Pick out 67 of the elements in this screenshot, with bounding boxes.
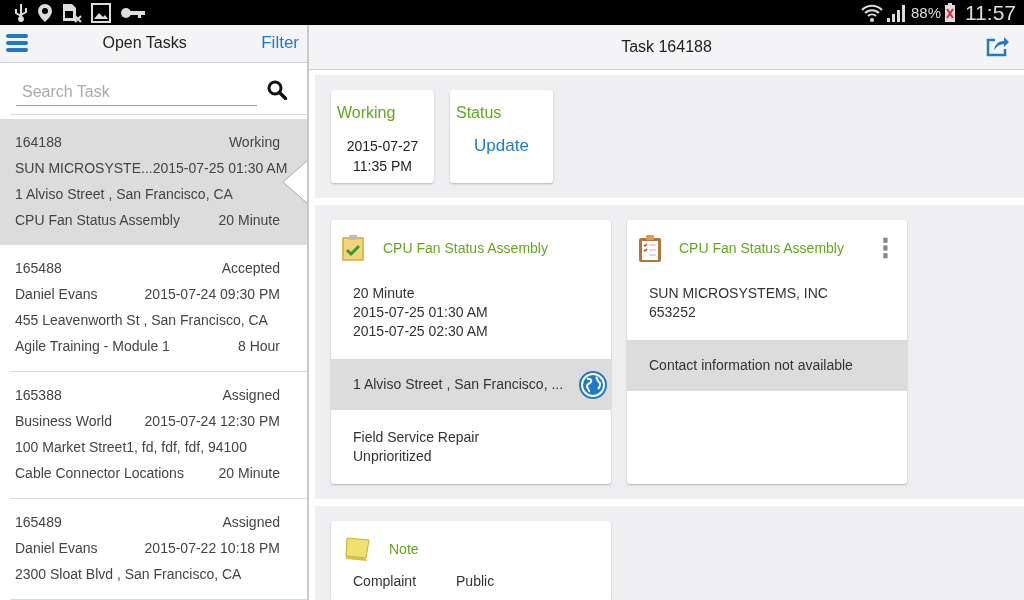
battery-percentage: 88% [910,4,941,21]
task-status: Working [228,134,280,150]
search-icon[interactable] [267,80,287,100]
task-address: 2300 Sloat Blvd , San Francisco, CA [15,566,242,582]
image-icon [91,2,111,23]
task-list-item[interactable]: 165489 Assigned Daniel Evans 2015-07-22 10:18 PM 2300 Sloat Blvd , San Francisco, CA [10,499,307,600]
task-detail-text: 2015-07-25 01:30 AM [353,303,489,322]
task-datetime: 2015-07-25 01:30 AM [152,160,288,176]
customer-name: Daniel Evans [15,286,98,302]
task-id: 165488 [15,260,62,276]
customer-name: SUN MICROSYSTE... [15,160,153,176]
task-status: Accepted [221,260,280,276]
update-link[interactable]: Update [474,136,529,156]
customer-name: Daniel Evans [15,540,98,556]
signal-icon [885,2,908,23]
task-duration: 20 Minute [218,212,280,228]
task-list-item[interactable]: 164188 Working SUN MICROSYSTE...2015-07-25 01:30 AM 1 Alviso Street , San Francisco, CA CPU Fan Status Assembly 20 Minute [0,119,307,245]
task-duration: 8 Hour [237,338,280,354]
task-detail-text: 2015-07-25 02:30 AM [353,322,489,341]
clock-time: 11:57 [965,0,1016,25]
task-address: 100 Market Street1, fd, fdf, fdf, 94100 [15,439,247,455]
task-id: 164188 [15,134,62,150]
wifi-icon [860,2,883,23]
status-time-text: 2015-07-27 [346,137,419,156]
address-row[interactable]: 1 Alviso Street , San Francisco, ... [331,359,611,410]
list-title: Open Tasks [101,34,188,53]
task-name: Agile Training - Module 1 [15,338,170,354]
customer-detail-text: 653252 [649,303,697,322]
task-datetime: 2015-07-24 12:30 PM [144,413,280,429]
card-heading: Working [337,104,396,122]
card-title: Note [389,541,420,557]
task-name: Cable Connector Locations [15,465,184,481]
filter-link[interactable]: Filter [261,33,299,54]
task-detail-text: Unprioritized [353,447,433,466]
card-title: CPU Fan Status Assembly [679,240,845,256]
task-name: CPU Fan Status Assembly [15,212,180,228]
task-status: Assigned [222,387,280,403]
task-datetime: 2015-07-24 09:30 PM [144,286,280,302]
menu-icon[interactable] [6,34,28,53]
address-text: 1 Alviso Street , San Francisco, ... [353,375,564,394]
task-list-item[interactable]: 165488 Accepted Daniel Evans 2015-07-24 09:30 PM 455 Leavenworth St , San Francisco, CA Agile Training - Module 1 8 Hour [10,245,307,372]
task-address: 455 Leavenworth St , San Francisco, CA [15,312,268,328]
customer-name: Business World [15,413,112,429]
task-id: 165388 [15,387,62,403]
task-detail-text: 20 Minute [353,284,416,303]
status-update-card[interactable]: Status Update [450,90,553,183]
task-datetime: 2015-07-22 10:18 PM [144,540,280,556]
note-field-label: Complaint [353,573,417,589]
contact-info-text: Contact information not available [649,356,853,375]
task-duration: 20 Minute [218,465,280,481]
status-time-text: 11:35 PM [353,157,412,176]
task-address: 1 Alviso Street , San Francisco, CA [15,186,233,202]
customer-detail-text: SUN MICROSYSTEMS, INC [649,284,829,303]
task-title: Task 164188 [621,38,712,56]
card-title: CPU Fan Status Assembly [383,240,549,256]
usb-icon [14,2,28,23]
task-status: Assigned [222,514,280,530]
battery-icon [944,2,956,23]
note-field-label: Public [456,573,495,589]
task-list-item[interactable]: 165388 Assigned Business World 2015-07-24 12:30 PM 100 Market Street1, fd, fdf, fdf, 94100 Cable Connector Locations 20 Minute [10,372,307,499]
task-id: 165489 [15,514,62,530]
card-heading: Status [456,104,502,122]
globe-icon [579,370,607,399]
search-field[interactable]: Search Task [16,79,257,106]
task-detail-text: Field Service Repair [353,428,481,447]
key-icon [120,5,146,20]
share-icon[interactable] [986,35,1010,57]
